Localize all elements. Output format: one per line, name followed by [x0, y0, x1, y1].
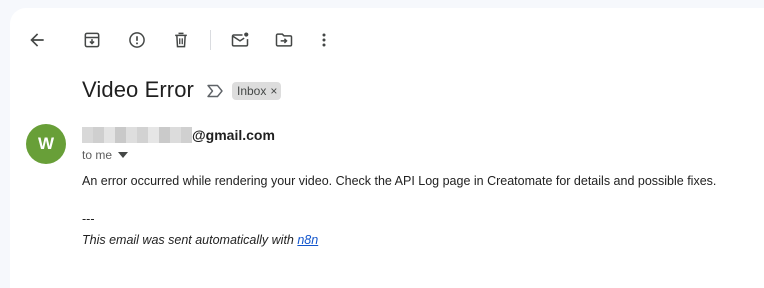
signature-text: This email was sent automatically with	[82, 233, 298, 247]
message-toolbar	[10, 16, 764, 64]
message-pane: Video Error Inbox × W @gmail.com to me A…	[10, 8, 764, 288]
importance-marker-icon[interactable]	[206, 84, 224, 98]
caret-down-icon[interactable]	[118, 152, 129, 158]
label-chip-text: Inbox	[236, 84, 267, 98]
arrow-left-icon	[30, 33, 44, 47]
archive-icon	[84, 32, 100, 48]
move-to-folder-icon	[275, 33, 293, 47]
signature-line: This email was sent automatically with n…	[82, 233, 318, 247]
delete-button[interactable]	[163, 22, 199, 58]
sender-avatar[interactable]: W	[26, 124, 66, 164]
n8n-link[interactable]: n8n	[297, 233, 318, 247]
recipient-text: to me	[82, 148, 113, 162]
subject-row: Video Error Inbox ×	[82, 74, 282, 106]
report-icon	[129, 32, 145, 48]
trash-icon	[175, 32, 187, 48]
more-button[interactable]	[306, 22, 342, 58]
mark-unread-button[interactable]	[222, 22, 258, 58]
toolbar-divider	[210, 30, 211, 50]
remove-label-button[interactable]: ×	[270, 84, 277, 98]
email-subject: Video Error	[82, 77, 194, 102]
signature-separator: ---	[82, 212, 95, 226]
archive-button[interactable]	[74, 22, 110, 58]
mark-unread-icon	[231, 32, 249, 47]
back-button[interactable]	[19, 22, 55, 58]
move-to-button[interactable]	[266, 22, 302, 58]
inbox-label-chip: Inbox ×	[231, 82, 282, 100]
redacted-sender-name	[82, 127, 192, 143]
more-vert-icon	[322, 33, 326, 47]
sender-row: @gmail.com	[82, 125, 275, 145]
sender-email[interactable]: @gmail.com	[192, 127, 275, 143]
report-spam-button[interactable]	[119, 22, 155, 58]
email-body: An error occurred while rendering your v…	[82, 174, 717, 188]
recipient-details-toggle[interactable]: to me	[82, 148, 129, 162]
